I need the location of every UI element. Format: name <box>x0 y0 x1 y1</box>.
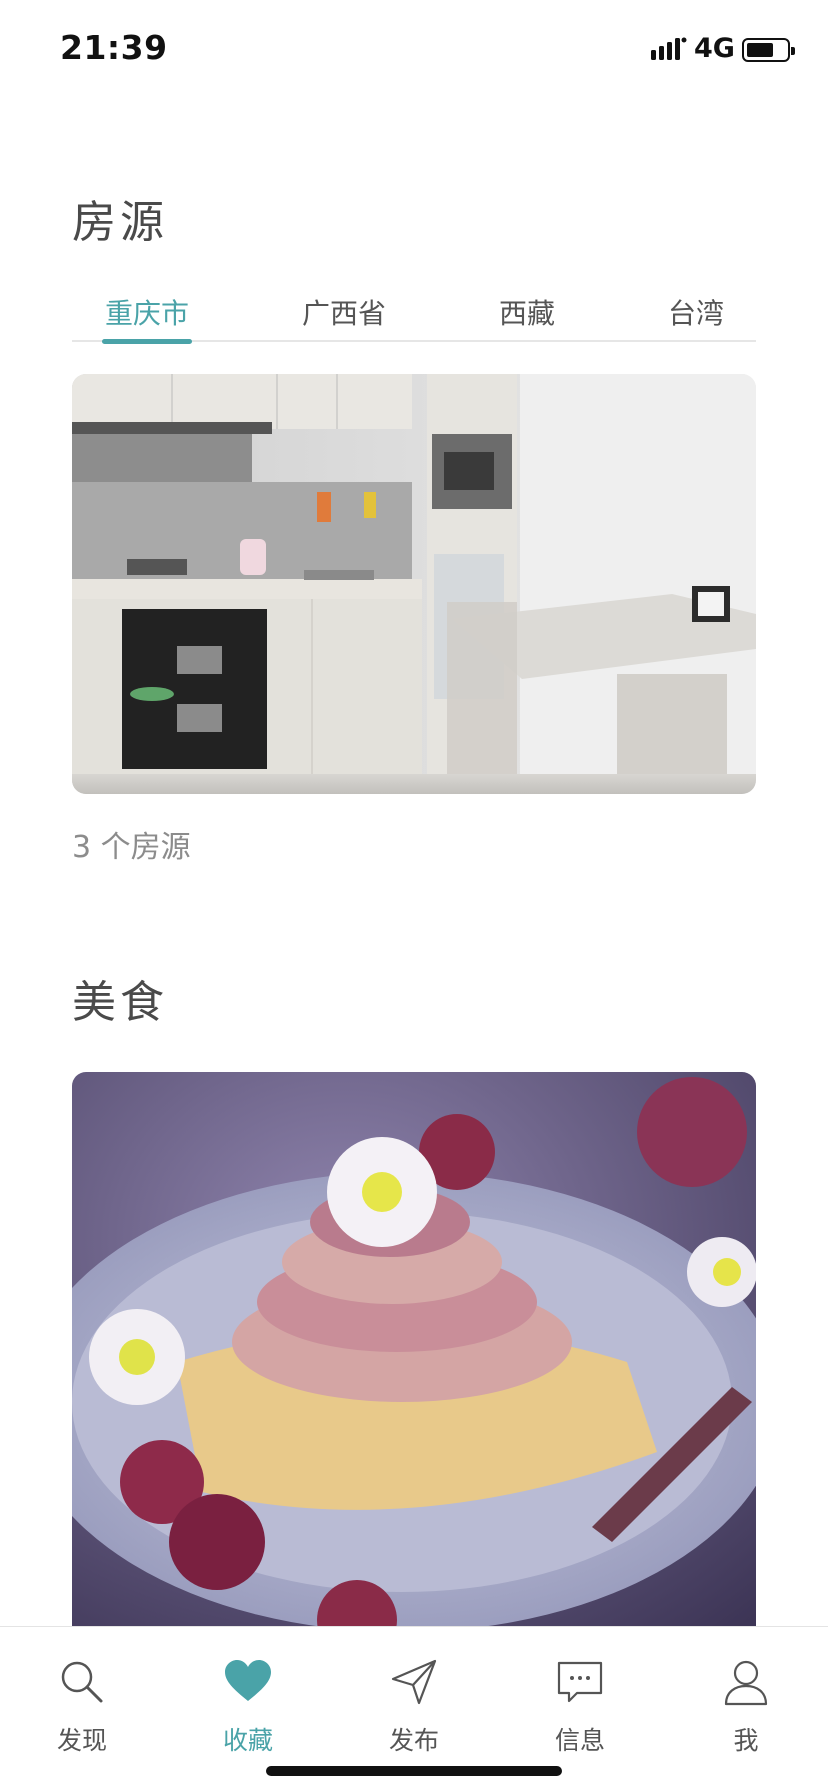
tab-messages[interactable]: 信息 <box>520 1657 640 1757</box>
tab-discover[interactable]: 发现 <box>22 1657 142 1757</box>
user-icon <box>724 1660 768 1706</box>
tab-tibet[interactable]: 西藏 <box>499 292 555 332</box>
tab-messages-label: 信息 <box>554 1726 605 1755</box>
tab-me-label: 我 <box>733 1726 759 1755</box>
tab-publish-label: 发布 <box>388 1726 439 1755</box>
food-card-image[interactable] <box>72 1072 756 1632</box>
active-tab-indicator <box>102 339 192 344</box>
send-icon <box>391 1659 437 1705</box>
status-time: 21:39 <box>60 28 168 67</box>
tab-favorites[interactable]: 收藏 <box>188 1657 308 1757</box>
tab-discover-label: 发现 <box>56 1726 107 1755</box>
tab-chongqing[interactable]: 重庆市 <box>105 292 189 332</box>
tab-publish[interactable]: 发布 <box>354 1657 474 1757</box>
tab-me[interactable]: 我 <box>686 1657 806 1757</box>
tab-guangxi[interactable]: 广西省 <box>302 292 386 332</box>
tab-taiwan[interactable]: 台湾 <box>668 292 724 332</box>
network-label: 4G <box>694 33 735 64</box>
home-indicator[interactable] <box>266 1766 562 1776</box>
region-tabs: 重庆市 广西省 西藏 台湾 <box>72 290 756 344</box>
search-icon <box>61 1661 103 1703</box>
battery-icon <box>742 38 795 62</box>
housing-count: 3 个房源 <box>72 830 191 865</box>
tab-favorites-label: 收藏 <box>222 1726 273 1755</box>
kitchen-photo-icon <box>72 374 756 794</box>
dessert-photo-icon <box>72 1072 756 1632</box>
heart-icon <box>225 1660 271 1701</box>
housing-card-image[interactable] <box>72 374 756 794</box>
signal-icon <box>651 37 687 60</box>
chat-icon <box>557 1661 603 1703</box>
housing-section-title: 房源 <box>72 197 168 248</box>
food-section-title: 美食 <box>72 977 168 1028</box>
status-bar: 21:39 4G <box>0 0 828 100</box>
